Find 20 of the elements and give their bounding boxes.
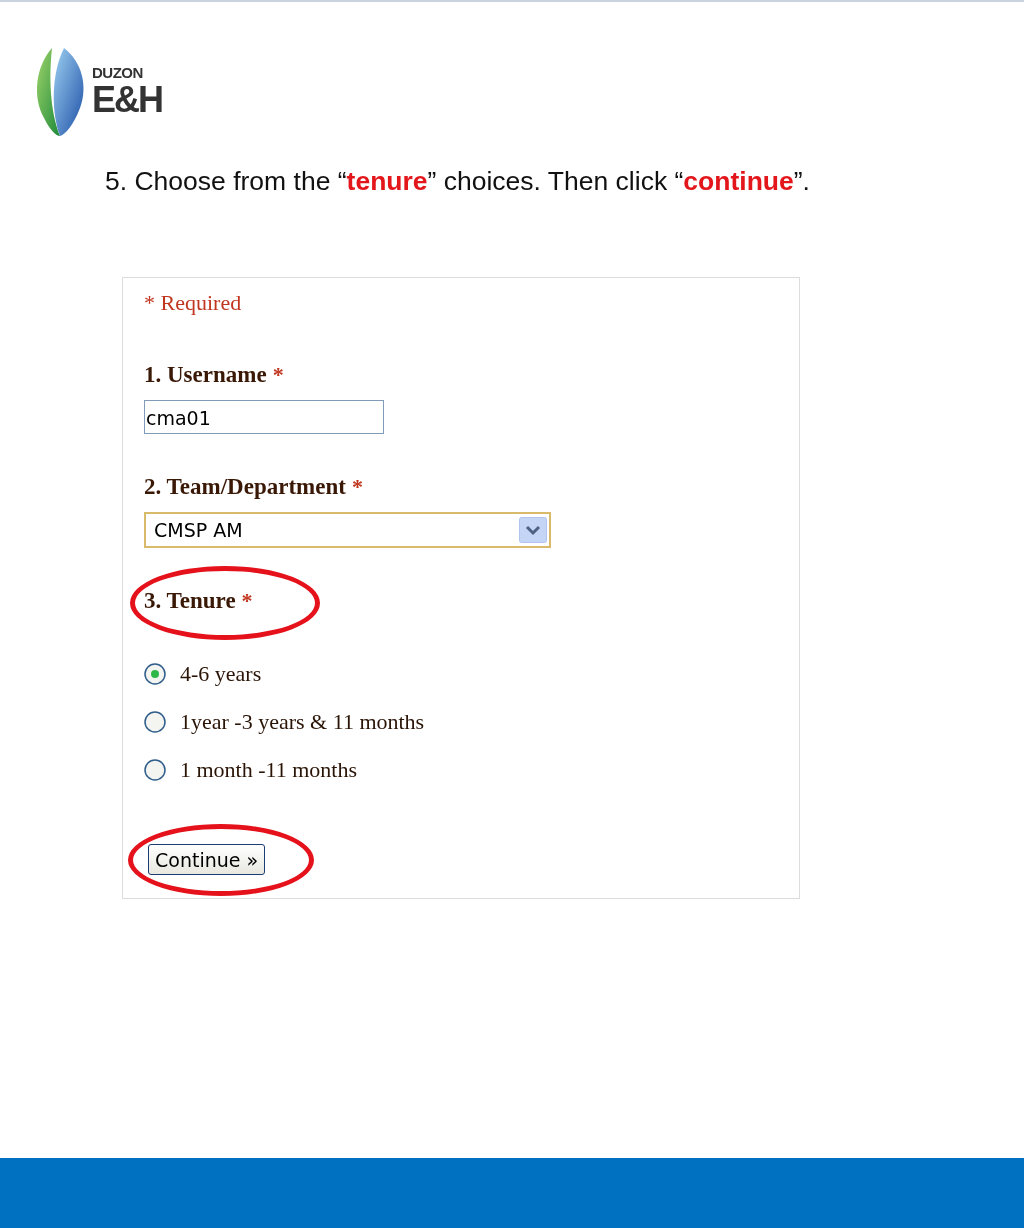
option-label: 1 month -11 months [180,757,358,783]
instruction-text: 5. Choose from the “tenure” choices. Then click “continue”. [105,166,811,197]
username-field[interactable]: cma01 [144,400,384,434]
radio-button[interactable] [144,711,166,733]
department-dropdown[interactable]: CMSP AM [144,512,551,548]
question-label: 1. Username [144,362,267,388]
option-label: 1year -3 years & 11 months [180,709,425,735]
caret-icon [519,517,547,543]
radio-button[interactable] [144,663,166,685]
required-note: * Required [144,290,242,316]
required-mark: * [241,588,253,614]
option-label: 4-6 years [180,661,262,687]
question-label: 3. Tenure [144,588,236,614]
logo-text: E&H [92,81,162,119]
required-mark: * [351,474,363,500]
required-mark: * [272,362,284,388]
radio-button[interactable] [144,759,166,781]
logo-text: DUZON [92,65,144,81]
continue-button[interactable]: Continue » [148,844,266,875]
question-label: 2. Team/Department [144,474,346,500]
